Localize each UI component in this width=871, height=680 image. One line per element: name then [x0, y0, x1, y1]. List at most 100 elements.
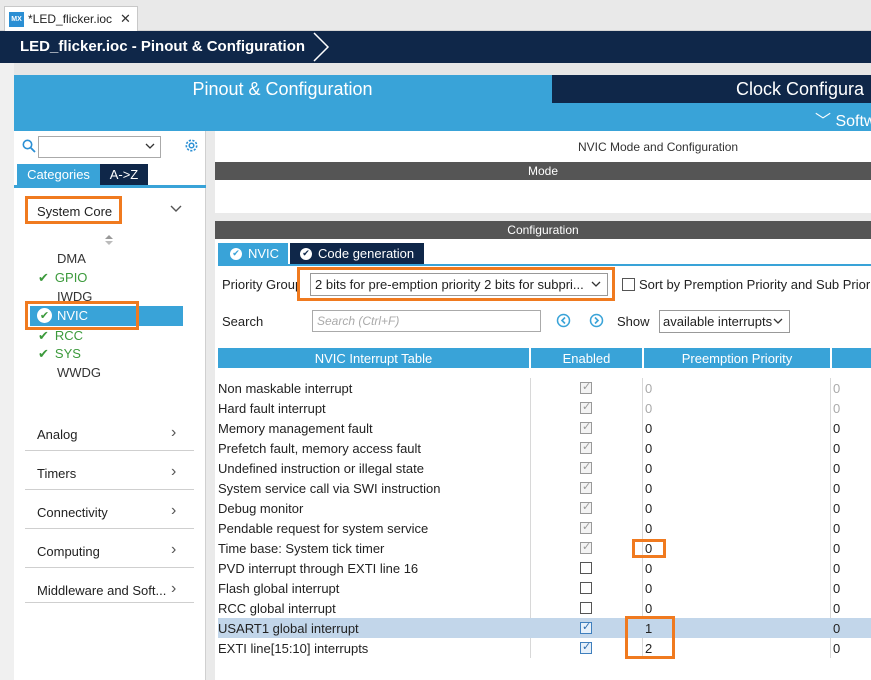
panel-splitter[interactable] [206, 131, 215, 680]
mx-logo-icon: MX [9, 11, 24, 27]
sub-priority-cell[interactable]: 0 [833, 401, 840, 416]
sort-by-priority-checkbox[interactable] [622, 278, 635, 291]
enabled-checkbox[interactable] [580, 620, 592, 634]
preemption-priority-cell[interactable]: 0 [645, 501, 652, 516]
sub-priority-cell[interactable]: 0 [833, 621, 840, 636]
preemption-priority-cell[interactable]: 0 [645, 461, 652, 476]
table-row[interactable]: Pendable request for system service 0 0 [218, 518, 871, 538]
previous-icon[interactable] [556, 313, 571, 328]
editor-tab-label: *LED_flicker.ioc [28, 12, 113, 26]
check-icon: ✔ [38, 328, 49, 343]
category-search-input[interactable] [38, 136, 161, 158]
sub-priority-cell[interactable]: 0 [833, 521, 840, 536]
table-row[interactable]: Hard fault interrupt 0 0 [218, 398, 871, 418]
table-row[interactable]: Prefetch fault, memory access fault 0 0 [218, 438, 871, 458]
tab-pinout-configuration[interactable]: Pinout & Configuration [14, 75, 551, 103]
category-connectivity[interactable]: Connectivity [37, 505, 108, 520]
breadcrumb[interactable]: LED_flicker.ioc - Pinout & Configuration [20, 38, 305, 55]
category-computing[interactable]: Computing [37, 544, 100, 559]
sub-priority-cell[interactable]: 0 [833, 561, 840, 576]
preemption-priority-cell[interactable]: 0 [645, 561, 652, 576]
tab-label: Code generation [318, 246, 415, 261]
sub-priority-cell[interactable]: 0 [833, 461, 840, 476]
editor-tab[interactable]: MX *LED_flicker.ioc ✕ [4, 6, 138, 31]
sub-priority-cell[interactable]: 0 [833, 641, 840, 656]
column-header-name[interactable]: NVIC Interrupt Table [218, 348, 529, 368]
next-icon[interactable] [589, 313, 604, 328]
sub-priority-cell[interactable]: 0 [833, 381, 840, 396]
divider [25, 567, 194, 568]
category-label: Connectivity [37, 505, 108, 520]
column-header-enabled[interactable]: Enabled [531, 348, 642, 368]
panel-title: NVIC Mode and Configuration [578, 140, 739, 154]
table-row[interactable]: PVD interrupt through EXTI line 16 0 0 [218, 558, 871, 578]
chevron-right-icon[interactable]: › [171, 424, 176, 442]
check-circle-icon: ✔ [300, 247, 312, 260]
section-separator[interactable] [215, 213, 871, 221]
table-row[interactable]: EXTI line[15:10] interrupts20 [218, 638, 871, 658]
category-timers[interactable]: Timers [37, 466, 76, 481]
table-row[interactable]: RCC global interrupt 0 0 [218, 598, 871, 618]
mode-section-header[interactable]: Mode [215, 162, 871, 180]
sidebar-item-wwdg[interactable]: WWDG [57, 365, 101, 380]
a-z-button[interactable]: A->Z [100, 164, 148, 185]
sub-priority-cell[interactable]: 0 [833, 441, 840, 456]
preemption-priority-cell[interactable]: 0 [645, 581, 652, 596]
category-analog[interactable]: Analog [37, 427, 77, 442]
table-row[interactable]: Time base: System tick timer00 [218, 538, 871, 558]
sub-priority-cell[interactable]: 0 [833, 421, 840, 436]
show-filter-select[interactable]: available interrupts [659, 310, 790, 333]
tab-code-generation[interactable]: ✔ Code generation [290, 243, 424, 264]
preemption-priority-cell[interactable]: 0 [645, 521, 652, 536]
table-row[interactable]: USART1 global interrupt10 [218, 618, 871, 638]
category-middleware[interactable]: Middleware and Soft... [37, 583, 166, 598]
show-label: Show [617, 314, 650, 329]
enabled-checkbox[interactable] [580, 602, 592, 614]
sub-priority-cell[interactable]: 0 [833, 501, 840, 516]
categories-button[interactable]: Categories [17, 164, 100, 185]
table-row[interactable]: Flash global interrupt 0 0 [218, 578, 871, 598]
close-icon[interactable]: ✕ [120, 11, 131, 27]
sort-icon[interactable] [104, 234, 114, 246]
configuration-section-header[interactable]: Configuration [215, 221, 871, 239]
interrupt-search-input[interactable]: Search (Ctrl+F) [312, 310, 541, 332]
preemption-priority-cell[interactable]: 0 [645, 601, 652, 616]
sidebar-item-label: SYS [54, 346, 81, 361]
preemption-priority-cell[interactable]: 0 [645, 401, 652, 416]
sidebar-item-dma[interactable]: DMA [57, 251, 86, 266]
preemption-priority-cell[interactable]: 0 [645, 441, 652, 456]
sub-priority-cell[interactable]: 0 [833, 481, 840, 496]
chevron-right-icon[interactable]: › [171, 541, 176, 559]
software-packs-menu[interactable]: ﹀ Softw [815, 107, 871, 131]
tab-nvic[interactable]: ✔ NVIC [218, 243, 288, 264]
enabled-checkbox[interactable] [580, 562, 592, 574]
table-row[interactable]: Undefined instruction or illegal state 0 0 [218, 458, 871, 478]
preemption-priority-cell[interactable]: 0 [645, 421, 652, 436]
search-icon [22, 139, 36, 153]
chevron-right-icon[interactable]: › [171, 463, 176, 481]
sidebar-item-rcc[interactable]: ✔ RCC [38, 328, 83, 344]
enabled-checkbox[interactable] [580, 582, 592, 594]
tab-clock-configuration[interactable]: Clock Configura [552, 75, 871, 103]
gear-icon[interactable] [183, 137, 200, 154]
sub-priority-cell[interactable]: 0 [833, 581, 840, 596]
chevron-down-icon[interactable] [144, 140, 156, 152]
search-label: Search [222, 314, 264, 329]
table-row[interactable]: Memory management fault 0 0 [218, 418, 871, 438]
sidebar-item-gpio[interactable]: ✔ GPIO [38, 270, 87, 286]
preemption-priority-cell[interactable]: 0 [645, 381, 652, 396]
enabled-checkbox[interactable] [580, 640, 592, 654]
table-row[interactable]: Non maskable interrupt 0 0 [218, 378, 871, 398]
table-row[interactable]: System service call via SWI instruction 0… [218, 478, 871, 498]
sidebar-item-sys[interactable]: ✔ SYS [38, 346, 81, 362]
column-header-preemption[interactable]: Preemption Priority [644, 348, 830, 368]
chevron-right-icon[interactable]: › [171, 502, 176, 520]
chevron-down-icon[interactable] [170, 203, 182, 215]
left-gutter [0, 63, 14, 680]
table-row[interactable]: Debug monitor 0 0 [218, 498, 871, 518]
enabled-checkbox [580, 440, 592, 454]
sub-priority-cell[interactable]: 0 [833, 601, 840, 616]
sub-priority-cell[interactable]: 0 [833, 541, 840, 556]
chevron-right-icon[interactable]: › [171, 580, 176, 598]
preemption-priority-cell[interactable]: 0 [645, 481, 652, 496]
